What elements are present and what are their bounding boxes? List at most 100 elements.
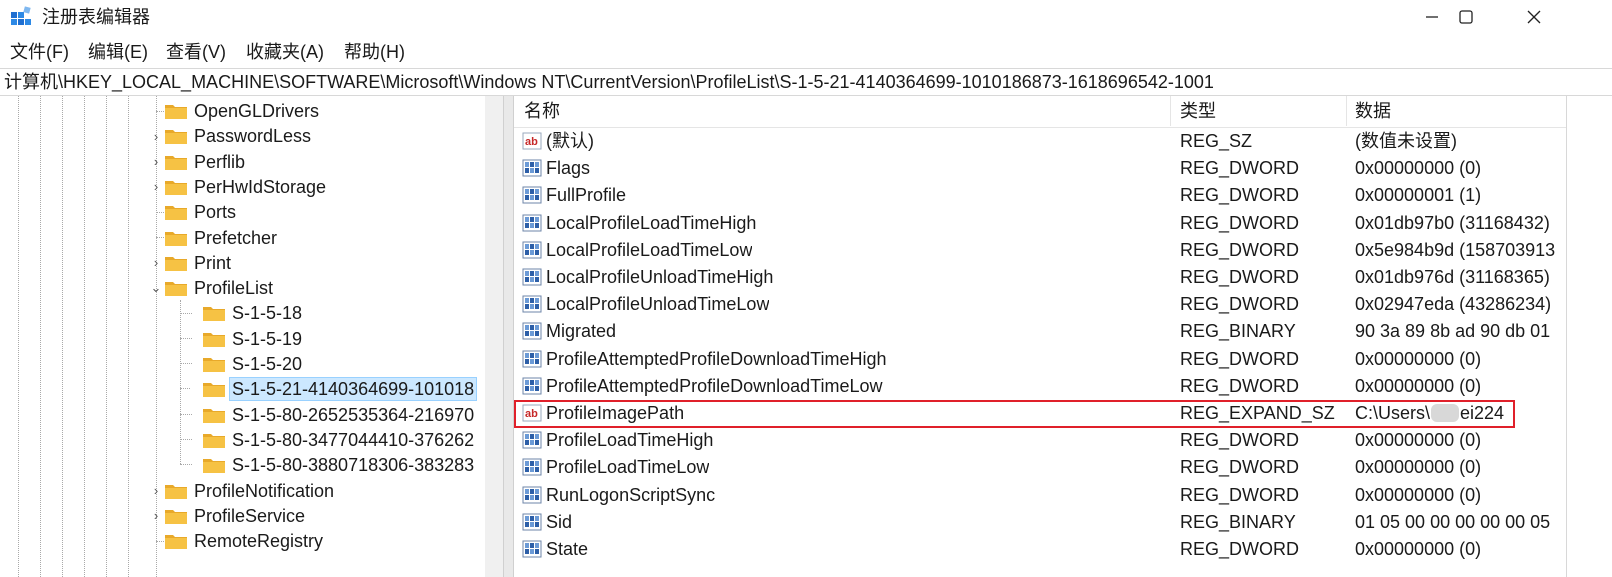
tree-node[interactable]: Prefetcher	[148, 226, 279, 250]
value-row[interactable]: ProfileAttemptedProfileDownloadTimeHigh R…	[514, 346, 1612, 373]
registry-editor-icon	[11, 6, 31, 25]
tree-node-label: S-1-5-21-4140364699-101018	[228, 377, 478, 402]
address-bar[interactable]: 计算机\HKEY_LOCAL_MACHINE\SOFTWARE\Microsof…	[0, 68, 1612, 96]
value-row[interactable]: LocalProfileLoadTimeHigh REG_DWORD 0x01db9…	[514, 210, 1612, 237]
value-type: REG_DWORD	[1180, 294, 1300, 315]
tree-node[interactable]: › ProfileNotification	[148, 479, 336, 503]
chevron-right-icon[interactable]: ›	[148, 150, 164, 174]
value-data: 0x01db976d (31168365)	[1355, 267, 1550, 287]
tree-node[interactable]: › Print	[148, 251, 233, 275]
menu-file[interactable]: 文件(F)	[10, 40, 69, 64]
value-type: REG_DWORD	[1180, 239, 1300, 260]
key-tree[interactable]: OpenGLDrivers › PasswordLess › Perflib › PerHw…	[0, 96, 502, 577]
column-type[interactable]: 类型	[1180, 100, 1216, 122]
value-name: LocalProfileUnloadTimeLow	[546, 294, 770, 315]
list-header: 名称 类型 数据	[514, 96, 1612, 128]
value-name: ProfileLoadTimeHigh	[546, 430, 714, 451]
binary-value-icon	[522, 241, 542, 259]
folder-icon	[165, 484, 187, 499]
value-name: LocalProfileLoadTimeLow	[546, 239, 753, 260]
tree-node[interactable]: S-1-5-80-3880718306-383283	[186, 453, 476, 477]
value-row[interactable]: LocalProfileLoadTimeLow REG_DWORD 0x5e984b…	[514, 237, 1612, 264]
folder-icon	[203, 332, 225, 347]
tree-node[interactable]: Ports	[148, 200, 238, 224]
tree-node[interactable]: S-1-5-18	[186, 301, 304, 325]
value-type: REG_DWORD	[1180, 375, 1300, 396]
menu-edit[interactable]: 编辑(E)	[88, 40, 148, 64]
value-row[interactable]: Migrated REG_BINARY 90 3a 89 8b ad 90 db 0…	[514, 318, 1612, 345]
value-data: 90 3a 89 8b ad 90 db 01	[1355, 321, 1551, 342]
tree-node-label: S-1-5-19	[232, 328, 303, 349]
folder-icon	[165, 256, 187, 271]
value-data-prefix: C:\Users\	[1355, 403, 1431, 423]
maximize-button[interactable]	[1432, 0, 1500, 34]
tree-node[interactable]: S-1-5-80-3477044410-376262	[186, 428, 476, 452]
value-data: 0x5e984b9d (158703913	[1355, 239, 1556, 260]
value-data: 0x02947eda (43286234)	[1355, 294, 1552, 315]
pane-splitter[interactable]	[503, 96, 514, 577]
value-row[interactable]: State REG_DWORD 0x00000000 (0)	[514, 536, 1612, 563]
svg-text:ab: ab	[525, 408, 538, 420]
address-path[interactable]: 计算机\HKEY_LOCAL_MACHINE\SOFTWARE\Microsof…	[4, 71, 1214, 93]
value-name: Migrated	[546, 321, 617, 342]
menu-view[interactable]: 查看(V)	[166, 40, 226, 64]
value-type: REG_DWORD	[1180, 348, 1300, 369]
tree-node[interactable]: ⌄ ProfileList	[148, 276, 275, 300]
tree-node[interactable]: › PerHwIdStorage	[148, 175, 328, 199]
value-name: State	[546, 539, 589, 559]
tree-scrollbar[interactable]	[485, 96, 503, 577]
value-row[interactable]: ProfileLoadTimeLow REG_DWORD 0x00000000 (0…	[514, 454, 1612, 481]
values-list[interactable]: 名称 类型 数据 ab (默认) REG_SZ (数值未设置) Flags REG_DWO…	[514, 96, 1612, 577]
binary-value-icon	[522, 268, 542, 286]
tree-node-label: OpenGLDrivers	[194, 101, 320, 121]
tree-node[interactable]: S-1-5-80-2652535364-216970	[186, 403, 476, 427]
value-row[interactable]: RunLogonScriptSync REG_DWORD 0x00000000 (0…	[514, 482, 1612, 509]
value-row[interactable]: ProfileAttemptedProfileDownloadTimeLow RE…	[514, 373, 1612, 400]
value-row[interactable]: ab (默认) REG_SZ (数值未设置)	[514, 128, 1612, 155]
tree-node-label: Perflib	[194, 151, 246, 172]
binary-value-icon	[522, 540, 542, 558]
tree-node[interactable]: › PasswordLess	[148, 124, 313, 148]
tree-node[interactable]: RemoteRegistry	[148, 529, 325, 553]
binary-value-icon	[522, 322, 542, 340]
tree-node-label: PasswordLess	[194, 126, 312, 147]
value-type: REG_DWORD	[1180, 267, 1300, 287]
tree-node[interactable]: S-1-5-21-4140364699-101018	[186, 377, 478, 402]
close-button[interactable]	[1500, 0, 1568, 34]
menu-help[interactable]: 帮助(H)	[344, 40, 405, 64]
chevron-right-icon[interactable]: ›	[148, 504, 164, 528]
chevron-right-icon[interactable]: ›	[148, 479, 164, 503]
value-data: C:\Users\ ei224	[1355, 402, 1566, 424]
tree-node[interactable]: S-1-5-19	[186, 327, 304, 351]
value-row[interactable]: Sid REG_BINARY 01 05 00 00 00 00 00 05	[514, 509, 1612, 536]
value-type: REG_BINARY	[1180, 321, 1296, 342]
chevron-right-icon[interactable]: ›	[148, 124, 164, 148]
tree-node-label: Ports	[194, 202, 237, 223]
value-row[interactable]: LocalProfileUnloadTimeHigh REG_DWORD 0x01d…	[514, 264, 1612, 291]
chevron-down-icon[interactable]: ⌄	[148, 276, 164, 300]
menu-favorites[interactable]: 收藏夹(A)	[246, 40, 324, 64]
folder-icon	[165, 130, 187, 145]
value-row[interactable]: Flags REG_DWORD 0x00000000 (0)	[514, 155, 1612, 182]
value-row[interactable]: ProfileLoadTimeHigh REG_DWORD 0x00000000 (…	[514, 427, 1612, 454]
tree-node[interactable]: › ProfileService	[148, 504, 307, 528]
value-row[interactable]: LocalProfileUnloadTimeLow REG_DWORD 0x0294…	[514, 291, 1612, 318]
tree-node[interactable]: OpenGLDrivers	[148, 99, 321, 123]
value-row-highlighted[interactable]: ab ProfileImagePath REG_EXPAND_SZ C:\Users\…	[514, 400, 1612, 427]
folder-icon	[165, 155, 187, 170]
tree-node[interactable]: › Perflib	[148, 150, 247, 174]
folder-icon	[203, 358, 225, 372]
value-name: ProfileAttemptedProfileDownloadTimeHigh	[546, 348, 887, 369]
chevron-right-icon[interactable]: ›	[148, 251, 164, 275]
tree-node[interactable]: S-1-5-20	[186, 352, 304, 376]
chevron-right-icon[interactable]: ›	[148, 175, 164, 199]
list-scrollbar[interactable]	[1566, 96, 1612, 577]
column-data[interactable]: 数据	[1355, 100, 1391, 122]
value-row[interactable]: FullProfile REG_DWORD 0x00000001 (1)	[514, 182, 1612, 209]
binary-value-icon	[522, 458, 542, 476]
column-name[interactable]: 名称	[524, 100, 560, 122]
